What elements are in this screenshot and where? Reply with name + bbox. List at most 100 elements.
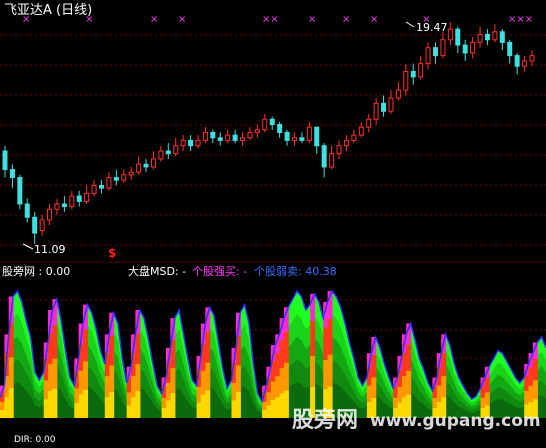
candle-body: [136, 163, 142, 173]
candle-body: [343, 139, 349, 147]
msd-label: 大盘MSD: -: [128, 264, 186, 278]
candle-body: [299, 137, 305, 141]
candle-body: [173, 145, 179, 155]
hot-column-segment: [266, 405, 272, 418]
hot-column-segment: [310, 321, 316, 356]
candle-body: [358, 126, 364, 136]
candle-body: [9, 169, 15, 179]
candle-body: [306, 126, 312, 141]
candle-body: [499, 31, 505, 43]
candle-body: [269, 118, 275, 126]
candle-body: [106, 177, 112, 189]
hot-column-segment: [83, 329, 88, 362]
candle-body: [150, 158, 156, 168]
candle-body: [98, 184, 104, 189]
hot-column-segment: [279, 368, 285, 394]
hot-column-segment: [8, 387, 14, 418]
hot-column-segment: [83, 389, 88, 418]
hot-column-segment: [235, 365, 241, 392]
hot-column-segment: [161, 397, 167, 408]
hot-column-segment: [135, 364, 141, 391]
hot-column-segment: [48, 391, 53, 418]
candle-body: [492, 31, 498, 41]
candle-body: [188, 139, 194, 147]
candle-body: [202, 131, 208, 141]
candle-body: [321, 145, 327, 168]
hot-column-segment: [323, 327, 329, 360]
hot-column-segment: [52, 358, 58, 389]
candle-body: [484, 33, 490, 41]
candle-body: [336, 145, 342, 155]
watermark-url: www.gupang.com: [370, 411, 541, 431]
candle-body: [447, 28, 453, 41]
candle-body: [32, 216, 38, 234]
hot-column-segment: [43, 380, 49, 400]
candle-body: [247, 131, 253, 139]
hot-column-segment: [52, 388, 58, 418]
hot-column-segment: [327, 319, 333, 355]
hot-column-segment: [310, 355, 316, 387]
candle-body: [381, 102, 387, 112]
hot-column-segment: [135, 391, 141, 418]
candle-body: [54, 203, 60, 210]
candle-body: [195, 139, 201, 147]
chart-canvas: × × × × ×× × × × × ××× 飞亚达A (日线) 19.47 11.09 $ 股旁…: [0, 0, 546, 445]
hot-column-segment: [0, 409, 5, 418]
hot-column-segment: [126, 392, 132, 406]
hot-column-segment: [200, 370, 206, 395]
candle-body: [455, 28, 461, 46]
hot-column-segment: [4, 397, 10, 418]
signal-x-mark: ×: [370, 14, 378, 25]
candle-body: [410, 71, 416, 78]
candle-body: [121, 174, 127, 181]
candle-body: [165, 150, 171, 155]
hot-column-segment: [170, 393, 176, 418]
hot-column-segment: [283, 331, 289, 363]
candle-body: [529, 55, 535, 62]
candle-body: [17, 177, 23, 205]
hot-column-segment: [109, 391, 115, 418]
hot-column-segment: [262, 409, 268, 418]
candle-body: [351, 134, 357, 141]
candle-body: [254, 129, 260, 133]
hot-column-segment: [279, 340, 285, 369]
hot-column-segment: [406, 344, 412, 371]
candle-body: [210, 131, 216, 139]
hot-column-segment: [74, 388, 80, 404]
indicator-value-label: 股旁网 : 0.00: [2, 264, 70, 278]
hot-column-segment: [275, 376, 281, 397]
candle-body: [232, 134, 238, 141]
low-price-label: 11.09: [34, 243, 66, 256]
candle-body: [433, 47, 439, 57]
candle-body: [61, 203, 67, 208]
strong-sell-label: 个股弱卖: 40.38: [254, 265, 337, 278]
candle-body: [76, 195, 82, 202]
hot-column-segment: [393, 397, 399, 408]
candle-body: [277, 124, 283, 133]
hot-column-segment: [532, 359, 538, 381]
hot-column-segment: [524, 391, 530, 405]
candle-body: [477, 33, 483, 43]
hot-column-segment: [528, 385, 534, 402]
candle-body: [39, 219, 45, 231]
hot-column-segment: [104, 376, 110, 397]
hot-column-segment: [528, 367, 534, 386]
hot-column-segment: [231, 400, 237, 418]
buy-signal-glyph: $: [108, 246, 116, 260]
candle-body: [180, 139, 186, 147]
candle-body: [395, 89, 401, 99]
hot-column-segment: [74, 403, 80, 418]
hot-column-segment: [371, 377, 377, 398]
hot-column-segment: [131, 376, 136, 397]
hot-column-segment: [235, 391, 241, 418]
candle-body: [262, 118, 268, 131]
watermark-text: 股旁网: [292, 407, 358, 433]
hot-column-segment: [366, 385, 372, 402]
hot-column-segment: [78, 370, 84, 395]
hot-column-segment: [283, 362, 289, 391]
signal-x-mark: ×: [150, 14, 158, 25]
hot-column-segment: [397, 386, 403, 403]
candle-body: [128, 171, 134, 176]
candle-body: [24, 203, 30, 218]
hot-column-segment: [126, 405, 132, 418]
